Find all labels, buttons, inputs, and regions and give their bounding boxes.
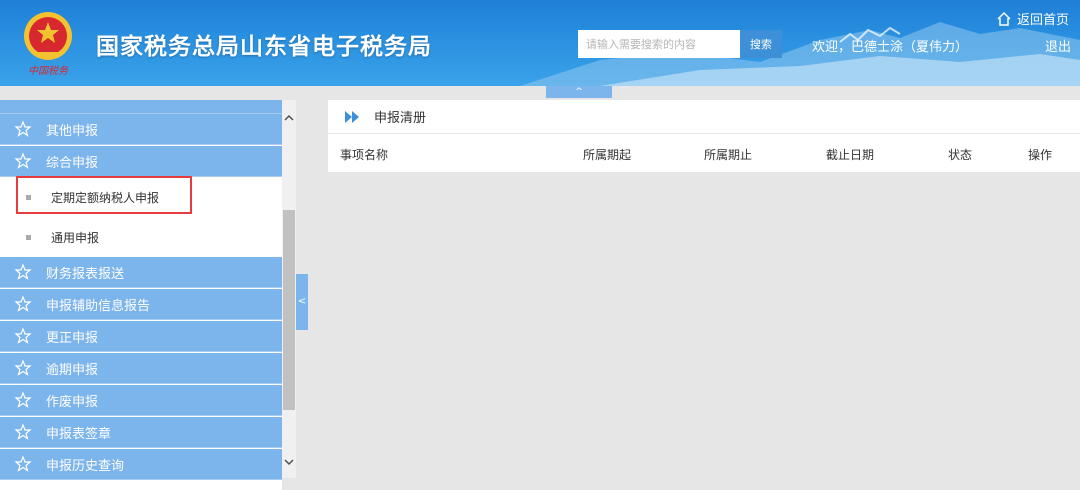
tax-emblem-icon: 中国税务 [24, 12, 72, 77]
sidebar-subitem-label: 定期定额纳税人申报 [51, 190, 160, 205]
scroll-down-icon[interactable] [282, 456, 296, 472]
declaration-list-panel: 申报清册 事项名称 所属期起 所属期止 截止日期 状态 操作 [328, 100, 1080, 172]
sidebar-item-label: 申报表签章 [46, 426, 112, 442]
scroll-thumb[interactable] [283, 210, 295, 410]
sidebar-subitem-fixed-quota[interactable]: 定期定额纳税人申报 [0, 178, 282, 216]
scroll-up-icon[interactable] [282, 112, 296, 128]
sidebar-scrollbar[interactable] [282, 100, 296, 478]
star-icon [14, 359, 32, 376]
column-header-deadline: 截止日期 [826, 148, 875, 162]
panel-header: 申报清册 [328, 100, 1080, 134]
welcome-text: 欢迎，巴德士涂（夏伟力） [812, 40, 969, 55]
search-button[interactable]: 搜索 [740, 30, 782, 58]
column-header-period-start: 所属期起 [583, 148, 632, 162]
sidebar-item-comprehensive-declaration[interactable]: 综合申报 [0, 146, 282, 177]
column-header-period-end: 所属期止 [704, 148, 753, 162]
sidebar-item-signature[interactable]: 申报表签章 [0, 417, 282, 448]
star-icon [14, 327, 32, 344]
sidebar-item-correction[interactable]: 更正申报 [0, 321, 282, 352]
star-icon [14, 263, 32, 280]
bullet-icon [26, 194, 31, 200]
sidebar-item-label: 作废申报 [46, 394, 99, 410]
column-header-actions: 操作 [1028, 148, 1053, 162]
sidebar-item-label: 申报历史查询 [46, 458, 125, 474]
svg-text:中国税务: 中国税务 [28, 65, 69, 77]
sidebar-item-partial [0, 100, 282, 114]
panel-title: 申报清册 [374, 111, 427, 126]
sidebar-item-label: 其他申报 [46, 123, 99, 139]
sidebar: 其他申报 综合申报 定期定额纳税人申报 通用申报 财务报表报送 申报辅助信息报告… [0, 100, 282, 490]
double-arrow-icon [345, 110, 359, 123]
column-header-item-name: 事项名称 [340, 148, 389, 162]
logout-link[interactable]: 退出 [1045, 36, 1071, 55]
search-input[interactable] [578, 30, 740, 58]
home-link[interactable]: 返回首页 [996, 9, 1069, 28]
sidebar-subitem-label: 通用申报 [51, 230, 100, 245]
sidebar-item-void[interactable]: 作废申报 [0, 385, 282, 416]
star-icon [14, 423, 32, 440]
sidebar-item-label: 申报辅助信息报告 [46, 298, 151, 314]
header-collapse-tab[interactable]: ^ [546, 86, 612, 98]
star-icon [14, 152, 32, 169]
sidebar-item-label: 财务报表报送 [46, 266, 125, 282]
column-header-status: 状态 [948, 148, 973, 162]
header-banner: 中国税务 国家税务总局山东省电子税务局 搜索 欢迎，巴德士涂（夏伟力） 返回首页… [0, 0, 1080, 86]
star-icon [14, 295, 32, 312]
sidebar-item-financial-report[interactable]: 财务报表报送 [0, 257, 282, 288]
sidebar-collapse-tab[interactable]: < [296, 274, 308, 330]
home-link-label: 返回首页 [1017, 13, 1070, 28]
star-icon [14, 391, 32, 408]
sidebar-item-label: 逾期申报 [46, 362, 99, 378]
home-icon [997, 11, 1011, 26]
star-icon [14, 455, 32, 472]
sidebar-item-auxiliary-report[interactable]: 申报辅助信息报告 [0, 289, 282, 320]
sidebar-item-history[interactable]: 申报历史查询 [0, 449, 282, 480]
sidebar-item-label: 更正申报 [46, 330, 99, 346]
star-icon [14, 120, 32, 137]
bullet-icon [26, 234, 31, 240]
site-title: 国家税务总局山东省电子税务局 [96, 34, 432, 60]
sidebar-item-other-declaration[interactable]: 其他申报 [0, 114, 282, 145]
sidebar-item-overdue[interactable]: 逾期申报 [0, 353, 282, 384]
sidebar-item-label: 综合申报 [46, 155, 99, 171]
sidebar-subitem-general[interactable]: 通用申报 [0, 218, 282, 256]
